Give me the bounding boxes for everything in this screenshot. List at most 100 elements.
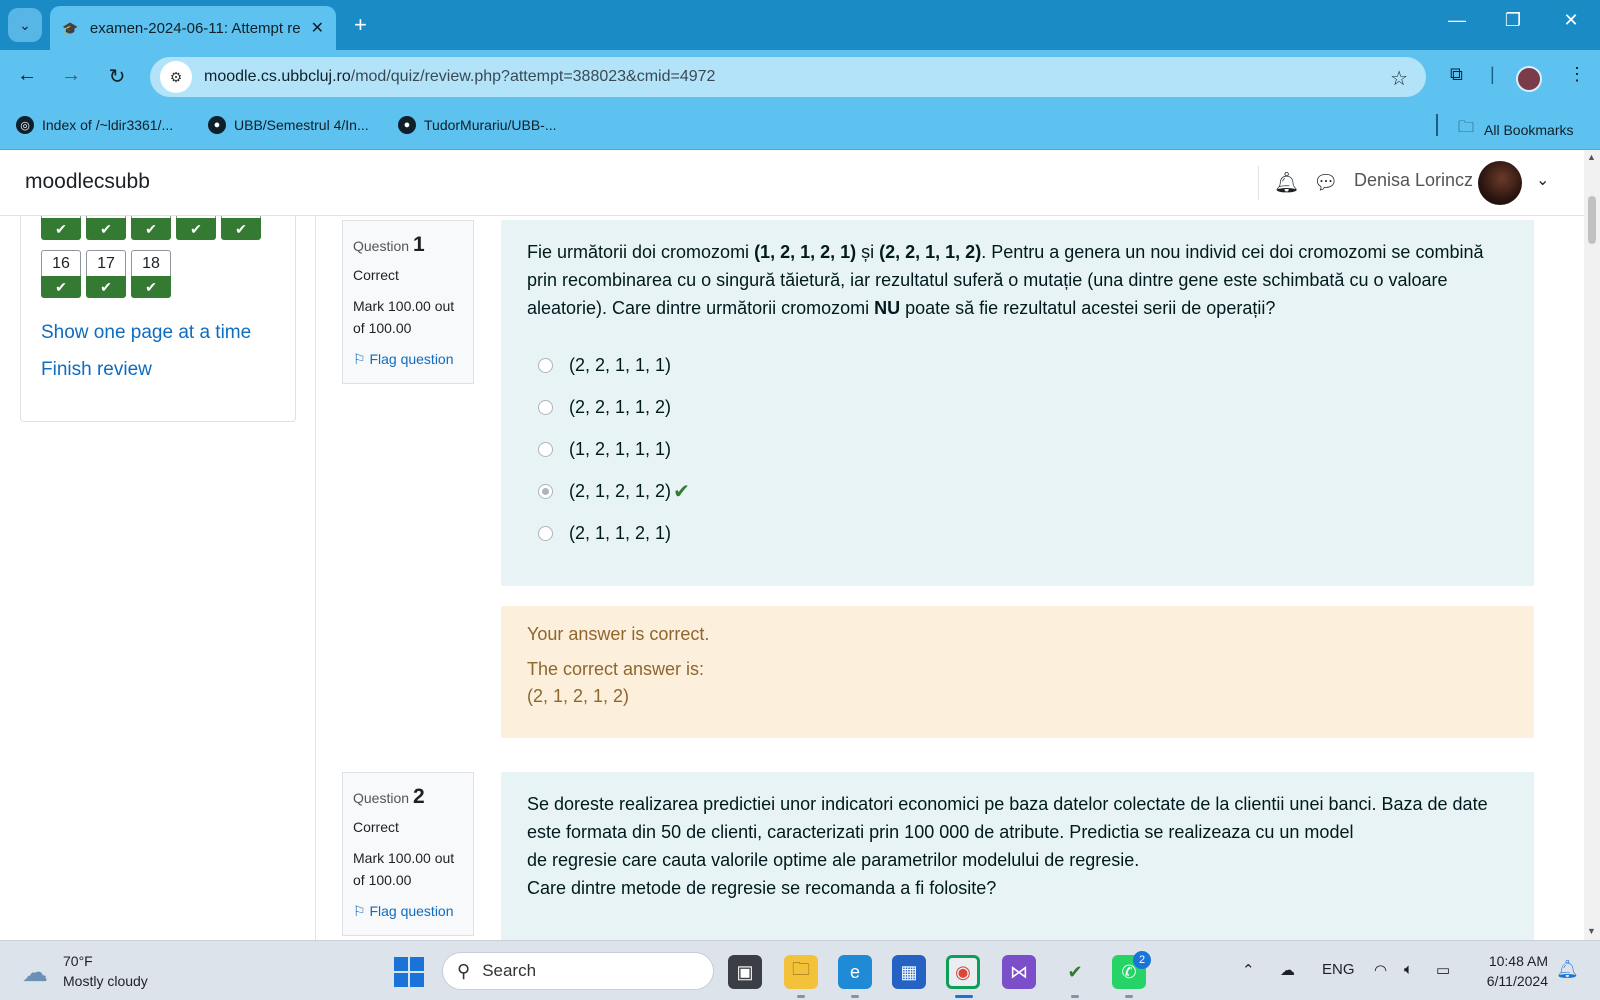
github-icon: ● — [398, 116, 416, 134]
windows-start-icon[interactable] — [394, 957, 424, 987]
notification-bell-icon[interactable]: 🔔︎ — [1556, 959, 1579, 980]
restore-icon[interactable]: ❐ — [1498, 10, 1528, 31]
weather-description[interactable]: Mostly cloudy — [63, 973, 148, 989]
new-tab-plus-icon[interactable]: + — [354, 12, 367, 38]
search-placeholder: Search — [482, 961, 537, 980]
user-avatar[interactable] — [1478, 161, 1522, 205]
onedrive-error-icon[interactable]: ☁ — [1280, 961, 1295, 979]
app-running-indicator — [851, 995, 859, 998]
windows-taskbar: ☁ 70°F Mostly cloudy ⚲ Search ▣ 🗀 e ▦ ◉ … — [0, 940, 1600, 1000]
globe-icon: ◎ — [16, 116, 34, 134]
forward-arrow-icon[interactable]: → — [58, 64, 84, 87]
quiz-nav-button[interactable]: 16 ✔ — [41, 250, 81, 298]
task-view-icon[interactable]: ▣ — [728, 955, 762, 989]
input-language[interactable]: ENG — [1322, 961, 1355, 978]
check-icon: ✔ — [131, 276, 171, 298]
answer-list: (2, 2, 1, 1, 1) (2, 2, 1, 1, 2) (1, 2, 1… — [527, 344, 1508, 554]
question-info-1: Question 1 Correct Mark 100.00 out of 10… — [342, 220, 474, 384]
cloud-weather-icon[interactable]: ☁ — [22, 957, 48, 988]
radio-button[interactable] — [538, 525, 553, 541]
radio-button-checked[interactable] — [538, 483, 553, 499]
answer-option[interactable]: (2, 2, 1, 1, 2) — [527, 386, 1508, 428]
bookmark-item[interactable]: ◎ Index of /~ldir3361/... — [16, 116, 173, 134]
browser-toolbar: ← → ↻ ⚙ moodle.cs.ubbcluj.ro/mod/quiz/re… — [0, 50, 1600, 102]
correct-answer-value: (2, 1, 2, 1, 2) — [527, 686, 630, 706]
file-explorer-icon[interactable]: 🗀 — [784, 955, 818, 989]
microsoft-store-icon[interactable]: ▦ — [892, 955, 926, 989]
question-info-2: Question 2 Correct Mark 100.00 out of 10… — [342, 772, 474, 936]
question-formulation-2: Se doreste realizarea predictiei unor in… — [501, 772, 1534, 940]
tab-search-button[interactable]: ⌄ — [8, 8, 42, 42]
page-scrollbar[interactable]: ▲ ▼ — [1584, 150, 1600, 940]
question-mark: Mark 100.00 out of 100.00 — [353, 298, 455, 336]
all-bookmarks-label: All Bookmarks — [1484, 121, 1574, 138]
answer-label: (2, 2, 1, 1, 2) — [569, 396, 672, 417]
answer-option-selected[interactable]: (2, 1, 2, 1, 2) ✔ — [527, 470, 1508, 512]
answer-label: (1, 2, 1, 1, 1) — [569, 438, 672, 459]
check-icon: ✔ — [131, 218, 171, 240]
chevron-down-icon[interactable]: ⌄ — [1536, 170, 1549, 190]
flag-question-link[interactable]: ⚐ Flag question — [353, 903, 463, 920]
navbar-divider — [1258, 166, 1259, 200]
check-icon: ✔ — [41, 276, 81, 298]
quiz-navigation-block: 11 ✔ 12 ✔ 13 ✔ 14 ✔ 15 ✔ 16 ✔ — [20, 192, 296, 422]
minimize-icon[interactable]: — — [1442, 10, 1472, 31]
quiz-nav-number: 17 — [86, 250, 126, 276]
battery-icon[interactable]: ▭ — [1436, 961, 1450, 979]
answer-option[interactable]: (1, 2, 1, 1, 1) — [527, 428, 1508, 470]
browser-menu-kebab-icon[interactable]: ⋮ — [1568, 64, 1586, 85]
answer-label: (2, 2, 1, 1, 1) — [569, 354, 672, 375]
site-brand[interactable]: moodlecsubb — [25, 170, 150, 194]
window-close-icon[interactable]: ✕ — [1556, 10, 1586, 31]
browser-tab-active[interactable]: 🎓 examen-2024-06-11: Attempt re ✕ — [50, 6, 336, 50]
speaker-muted-icon[interactable]: 🔈︎ — [1404, 961, 1413, 978]
answer-option[interactable]: (2, 2, 1, 1, 1) — [527, 344, 1508, 386]
quiz-nav-button[interactable]: 17 ✔ — [86, 250, 126, 298]
flag-icon: ⚐ — [353, 903, 366, 919]
profile-avatar[interactable] — [1516, 66, 1542, 92]
tab-close-icon[interactable]: ✕ — [311, 18, 324, 38]
chrome-browser-icon[interactable]: ◉ — [946, 955, 980, 989]
radio-button[interactable] — [538, 441, 553, 457]
radio-button[interactable] — [538, 399, 553, 415]
finish-review-link[interactable]: Finish review — [41, 359, 152, 381]
taskbar-search[interactable]: ⚲ Search — [442, 952, 714, 990]
check-icon: ✔ — [86, 276, 126, 298]
back-arrow-icon[interactable]: ← — [14, 64, 40, 87]
flag-question-link[interactable]: ⚐ Flag question — [353, 351, 463, 368]
address-bar[interactable]: ⚙ moodle.cs.ubbcluj.ro/mod/quiz/review.p… — [150, 57, 1426, 97]
edge-browser-icon[interactable]: e — [838, 955, 872, 989]
user-name[interactable]: Denisa Lorincz — [1354, 170, 1473, 191]
chevron-up-icon[interactable]: ⌃ — [1242, 961, 1255, 979]
quiz-nav-button[interactable]: 18 ✔ — [131, 250, 171, 298]
all-bookmarks-button[interactable]: 🗀 All Bookmarks — [1458, 116, 1573, 143]
answer-label: (2, 1, 1, 2, 1) — [569, 522, 672, 543]
clock-time[interactable]: 10:48 AM — [1478, 953, 1548, 969]
bookmark-label: TudorMurariu/UBB-... — [424, 117, 557, 133]
site-info-icon[interactable]: ⚙ — [160, 61, 192, 93]
scroll-down-arrow-icon[interactable]: ▼ — [1587, 926, 1596, 936]
question-state: Correct — [353, 267, 399, 283]
reload-icon[interactable]: ↻ — [104, 64, 130, 89]
extensions-puzzle-icon[interactable]: ⧉ — [1450, 64, 1463, 85]
quiz-nav-number: 18 — [131, 250, 171, 276]
wifi-icon[interactable]: ◠ — [1374, 961, 1387, 979]
weather-temperature[interactable]: 70°F — [63, 953, 93, 969]
bookmark-item[interactable]: ● UBB/Semestrul 4/In... — [208, 116, 369, 134]
url-text[interactable]: moodle.cs.ubbcluj.ro/mod/quiz/review.php… — [204, 68, 715, 86]
visual-studio-icon[interactable]: ⋈ — [1002, 955, 1036, 989]
check-icon: ✔ — [41, 218, 81, 240]
answer-option[interactable]: (2, 1, 1, 2, 1) — [527, 512, 1508, 554]
notifications-bell-icon[interactable]: 🔔︎ — [1274, 170, 1299, 195]
app-with-check-icon[interactable]: ✔ — [1058, 955, 1092, 989]
scrollbar-thumb[interactable] — [1588, 196, 1596, 244]
clock-date[interactable]: 6/11/2024 — [1470, 973, 1548, 989]
scroll-up-arrow-icon[interactable]: ▲ — [1587, 152, 1596, 162]
bookmark-star-icon[interactable]: ☆ — [1390, 66, 1408, 91]
show-one-page-link[interactable]: Show one page at a time — [41, 322, 251, 344]
messages-chat-icon[interactable]: 💬︎ — [1313, 170, 1338, 195]
check-icon: ✔ — [176, 218, 216, 240]
radio-button[interactable] — [538, 357, 553, 373]
question-text-line: Se doreste realizarea predictiei unor in… — [527, 794, 1488, 842]
bookmark-item[interactable]: ● TudorMurariu/UBB-... — [398, 116, 557, 134]
